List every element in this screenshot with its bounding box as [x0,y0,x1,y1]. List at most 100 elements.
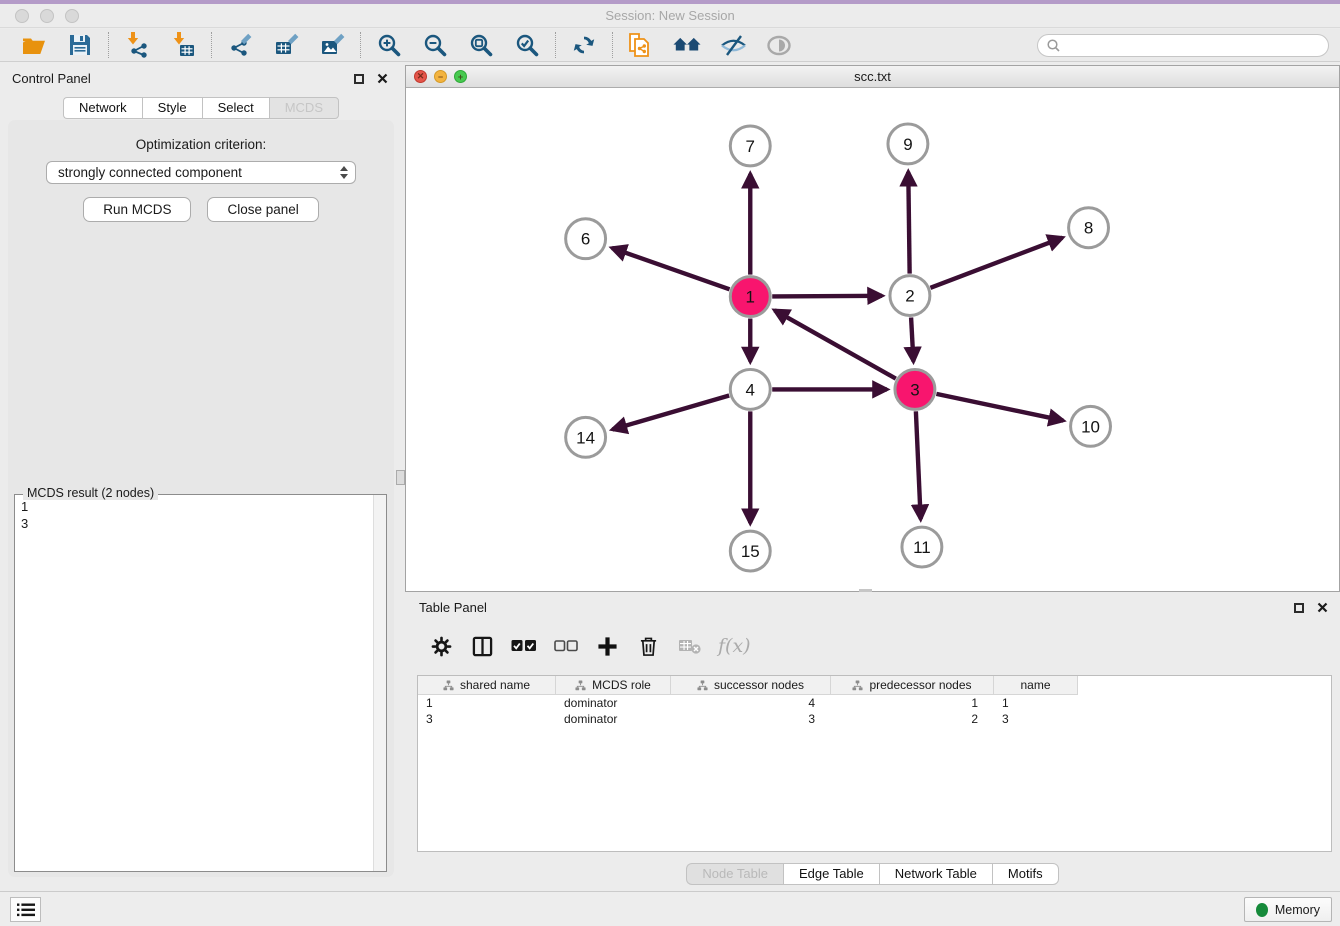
node-label: 9 [903,135,912,154]
close-panel-button[interactable]: Close panel [207,197,318,222]
select-all-columns-button[interactable] [511,639,537,653]
network-window-titlebar[interactable]: ✕ − + scc.txt [406,66,1339,88]
fit-content-button[interactable] [467,31,495,59]
function-builder-button[interactable]: f(x) [718,635,751,657]
node-11[interactable]: 11 [902,527,942,567]
optimization-criterion-select[interactable]: strongly connected component [46,161,356,184]
tab-motifs[interactable]: Motifs [992,863,1059,885]
node-14[interactable]: 14 [566,417,606,457]
float-panel-icon[interactable] [354,74,364,84]
float-panel-icon[interactable] [1294,603,1304,613]
search-field[interactable] [1037,34,1329,57]
first-neighbors-button[interactable] [673,31,701,59]
import-network-button[interactable] [123,31,151,59]
cell-predecessor-nodes[interactable]: 2 [831,712,994,726]
node-4[interactable]: 4 [730,369,770,409]
tab-network-table[interactable]: Network Table [879,863,992,885]
node-8[interactable]: 8 [1069,208,1109,248]
table-row[interactable]: 3 dominator 3 2 3 [418,711,1331,727]
result-scrollbar[interactable] [373,495,386,871]
export-image-button[interactable] [318,31,346,59]
node-15[interactable]: 15 [730,531,770,571]
export-network-button[interactable] [226,31,254,59]
clone-network-button[interactable] [627,31,655,59]
mcds-result-group: MCDS result (2 nodes) 1 3 [14,494,387,872]
fx-icon: f(x) [718,635,751,657]
delete-table-button[interactable] [677,638,701,654]
save-session-button[interactable] [66,31,94,59]
edge-2-3[interactable] [911,318,913,362]
node-3[interactable]: 3 [895,369,935,409]
window-resize-handle[interactable] [859,589,872,592]
cell-successor-nodes[interactable]: 4 [671,696,831,710]
tab-mcds[interactable]: MCDS [269,97,339,119]
status-bar: Memory [0,891,1340,926]
zoom-in-button[interactable] [375,31,403,59]
edge-4-14[interactable] [612,396,729,430]
cell-successor-nodes[interactable]: 3 [671,712,831,726]
node-1[interactable]: 1 [730,277,770,317]
unselect-all-columns-button[interactable] [554,640,578,652]
list-icon [17,903,35,917]
zoom-selected-button[interactable] [513,31,541,59]
column-settings-button[interactable] [429,636,453,657]
tab-network[interactable]: Network [63,97,142,119]
cell-mcds-role[interactable]: dominator [556,712,671,726]
cell-predecessor-nodes[interactable]: 1 [831,696,994,710]
tab-node-table[interactable]: Node Table [686,863,783,885]
cell-name[interactable]: 1 [994,696,1078,710]
export-table-button[interactable] [272,31,300,59]
task-history-button[interactable] [10,897,41,922]
node-2[interactable]: 2 [890,276,930,316]
open-session-button[interactable] [20,31,48,59]
delete-column-button[interactable] [636,636,660,657]
show-all-button[interactable] [765,31,793,59]
node-9[interactable]: 9 [888,124,928,164]
edge-3-1[interactable] [775,310,896,378]
tab-select[interactable]: Select [202,97,269,119]
fit-content-icon [469,33,493,57]
tab-edge-table[interactable]: Edge Table [783,863,879,885]
node-label: 8 [1084,219,1093,238]
column-header-name[interactable]: name [994,676,1078,695]
network-graph[interactable]: 7 9 6 8 1 2 4 3 14 10 15 11 [406,88,1339,591]
network-zoom-button[interactable]: + [454,70,467,83]
apply-layout-button[interactable] [570,31,598,59]
mcds-result-text[interactable]: 1 3 [21,498,28,532]
network-minimize-button[interactable]: − [434,70,447,83]
cell-shared-name[interactable]: 3 [418,712,556,726]
search-input[interactable] [1066,37,1319,53]
node-7[interactable]: 7 [730,126,770,166]
edge-1-6[interactable] [612,248,730,289]
cell-name[interactable]: 3 [994,712,1078,726]
edge-2-9[interactable] [908,172,909,274]
run-mcds-button[interactable]: Run MCDS [83,197,191,222]
close-panel-icon[interactable] [1317,602,1328,613]
node-6[interactable]: 6 [566,219,606,259]
node-label: 15 [741,542,760,561]
column-header-shared-name[interactable]: shared name [418,676,556,695]
column-header-mcds-role[interactable]: MCDS role [556,676,671,695]
close-panel-icon[interactable] [377,73,388,84]
edge-2-8[interactable] [930,238,1062,288]
cell-shared-name[interactable]: 1 [418,696,556,710]
cell-mcds-role[interactable]: dominator [556,696,671,710]
network-canvas[interactable]: 7 9 6 8 1 2 4 3 14 10 15 11 [406,88,1339,591]
column-header-predecessor-nodes[interactable]: predecessor nodes [831,676,994,695]
node-10[interactable]: 10 [1071,406,1111,446]
edge-1-2[interactable] [772,296,882,297]
splitter-handle[interactable] [396,470,405,485]
edge-3-10[interactable] [936,394,1063,421]
column-header-successor-nodes[interactable]: successor nodes [671,676,831,695]
split-panel-button[interactable] [470,636,494,657]
edge-3-11[interactable] [916,411,921,519]
hide-selected-button[interactable] [719,31,747,59]
zoom-out-button[interactable] [421,31,449,59]
tab-style[interactable]: Style [142,97,202,119]
node-label: 3 [910,380,919,399]
table-row[interactable]: 1 dominator 4 1 1 [418,695,1331,711]
create-column-button[interactable] [595,636,619,657]
memory-button[interactable]: Memory [1244,897,1332,922]
import-table-button[interactable] [169,31,197,59]
network-close-button[interactable]: ✕ [414,70,427,83]
